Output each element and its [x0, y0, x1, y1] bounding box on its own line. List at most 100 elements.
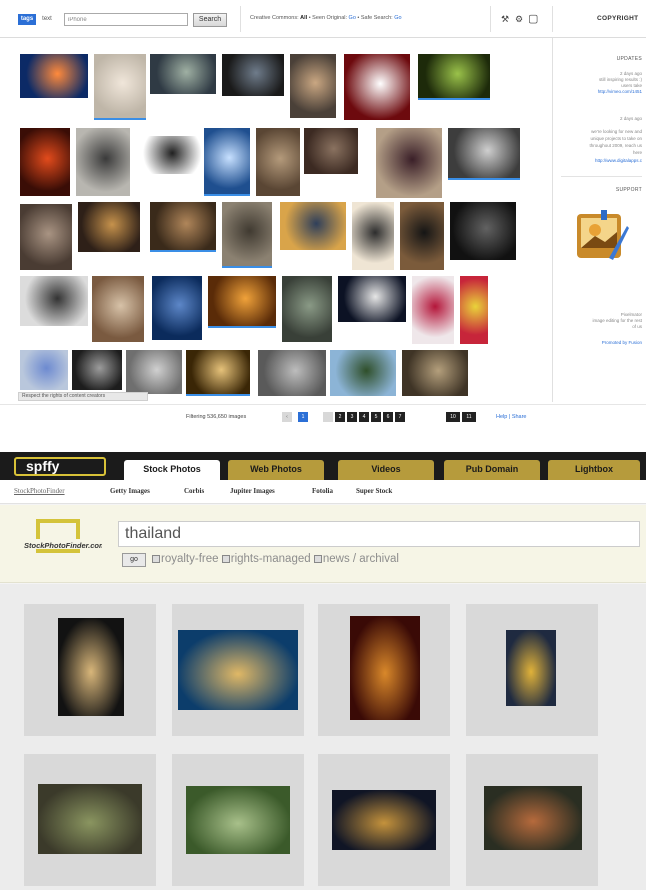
result-photo[interactable]	[178, 630, 298, 710]
photo-thumbnail[interactable]	[20, 128, 70, 196]
tab-tags[interactable]: tags	[18, 14, 36, 25]
result-photo[interactable]	[38, 784, 142, 854]
filter-safe-search-value[interactable]: Go	[394, 15, 401, 21]
photo-thumbnail[interactable]	[150, 202, 216, 252]
update-link[interactable]: http://vimeo.com/1451	[598, 89, 642, 94]
window-icon[interactable]: ▢	[528, 14, 538, 25]
result-photo[interactable]	[506, 630, 556, 706]
tab-pub-domain[interactable]: Pub Domain	[444, 460, 540, 480]
tab-stock-photos[interactable]: Stock Photos	[124, 460, 220, 480]
photo-thumbnail[interactable]	[78, 202, 140, 252]
pixelmator-app-icon[interactable]	[573, 208, 629, 266]
photo-thumbnail[interactable]	[208, 276, 276, 328]
result-tile[interactable]	[466, 754, 598, 886]
result-photo[interactable]	[58, 618, 124, 716]
photo-thumbnail[interactable]	[402, 350, 468, 396]
photo-thumbnail[interactable]	[256, 128, 300, 196]
share-link[interactable]: Share	[512, 414, 527, 420]
photo-thumbnail[interactable]	[150, 54, 216, 94]
page-button[interactable]: 10	[446, 412, 460, 422]
news-archival-checkbox[interactable]	[313, 555, 322, 563]
photo-thumbnail[interactable]	[400, 202, 444, 270]
photo-thumbnail[interactable]	[376, 128, 442, 198]
settings-icon[interactable]: ⚙	[514, 14, 524, 24]
photo-thumbnail[interactable]	[222, 202, 272, 268]
result-photo[interactable]	[332, 790, 436, 850]
result-tile[interactable]	[318, 604, 450, 736]
page-button[interactable]: 11	[462, 412, 476, 422]
search-input[interactable]	[118, 521, 640, 547]
photo-thumbnail[interactable]	[460, 276, 488, 344]
sub-nav-jupiter-images[interactable]: Jupiter Images	[230, 487, 275, 495]
tab-lightbox[interactable]: Lightbox	[548, 460, 640, 480]
photo-thumbnail[interactable]	[20, 276, 88, 326]
photo-thumbnail[interactable]	[304, 128, 358, 174]
sub-nav-corbis[interactable]: Corbis	[184, 487, 204, 495]
photo-thumbnail[interactable]	[448, 128, 520, 180]
photo-thumbnail[interactable]	[76, 128, 130, 196]
promoted-link[interactable]: Promoted by Fusion	[602, 340, 642, 345]
search-button[interactable]: Search	[193, 13, 227, 27]
prev-page-button[interactable]: ‹	[282, 412, 292, 422]
tab-web-photos[interactable]: Web Photos	[228, 460, 324, 480]
spffy-logo[interactable]: spffy	[14, 457, 106, 476]
photo-thumbnail[interactable]	[282, 276, 332, 342]
result-tile[interactable]	[172, 754, 304, 886]
page-button[interactable]: 5	[371, 412, 381, 422]
result-tile[interactable]	[466, 604, 598, 736]
page-button[interactable]	[323, 412, 333, 422]
tab-videos[interactable]: Videos	[338, 460, 434, 480]
photo-thumbnail[interactable]	[72, 350, 122, 390]
sub-nav-stockphotofinder[interactable]: StockPhotoFinder	[14, 487, 65, 495]
result-photo[interactable]	[350, 616, 420, 720]
photo-thumbnail[interactable]	[136, 136, 202, 174]
search-input[interactable]	[64, 13, 188, 26]
photo-thumbnail[interactable]	[418, 54, 490, 100]
photo-thumbnail[interactable]	[152, 276, 202, 340]
tab-text[interactable]: text	[38, 14, 56, 25]
filter-seen-original-value[interactable]: Go	[349, 15, 356, 21]
sub-nav-super-stock[interactable]: Super Stock	[356, 487, 392, 495]
royalty-free-checkbox[interactable]	[152, 555, 160, 563]
photo-thumbnail[interactable]	[280, 202, 346, 250]
photo-thumbnail[interactable]	[222, 54, 284, 96]
filter-creative-commons-value[interactable]: All	[300, 15, 307, 21]
result-photo[interactable]	[186, 786, 290, 854]
tools-icon[interactable]: ⚒	[500, 14, 510, 24]
photo-thumbnail[interactable]	[338, 276, 406, 322]
photo-thumbnail[interactable]	[330, 350, 396, 396]
copyright-link[interactable]: COPYRIGHT	[597, 15, 638, 22]
photo-thumbnail[interactable]	[92, 276, 144, 342]
photo-thumbnail[interactable]	[290, 54, 336, 118]
page-current[interactable]: 1	[298, 412, 308, 422]
photo-thumbnail[interactable]	[344, 54, 410, 120]
page-button[interactable]: 6	[383, 412, 393, 422]
photo-thumbnail[interactable]	[186, 350, 250, 396]
result-photo[interactable]	[484, 786, 582, 850]
stockphotofinder-logo[interactable]: StockPhotoFinder.com	[20, 519, 102, 563]
result-tile[interactable]	[318, 754, 450, 886]
photo-thumbnail[interactable]	[450, 202, 516, 260]
photo-thumbnail[interactable]	[204, 128, 250, 196]
help-link[interactable]: Help	[496, 414, 507, 420]
photo-thumbnail[interactable]	[126, 350, 182, 394]
page-button[interactable]: 4	[359, 412, 369, 422]
update-link[interactable]: http://www.digitalapps.c	[595, 158, 642, 163]
page-button[interactable]: 3	[347, 412, 357, 422]
photo-thumbnail[interactable]	[20, 350, 68, 390]
photo-thumbnail[interactable]	[20, 204, 72, 270]
photo-thumbnail[interactable]	[412, 276, 454, 344]
result-tile[interactable]	[24, 604, 156, 736]
sub-nav-getty-images[interactable]: Getty Images	[110, 487, 150, 495]
go-button[interactable]: go	[122, 553, 146, 567]
sub-nav-fotolia[interactable]: Fotolia	[312, 487, 333, 495]
photo-thumbnail[interactable]	[258, 350, 326, 396]
result-tile[interactable]	[172, 604, 304, 736]
photo-thumbnail[interactable]	[20, 54, 88, 98]
photo-thumbnail[interactable]	[352, 202, 394, 270]
page-button[interactable]: 2	[335, 412, 345, 422]
page-button[interactable]: 7	[395, 412, 405, 422]
result-tile[interactable]	[24, 754, 156, 886]
rights-managed-checkbox[interactable]	[221, 555, 230, 563]
photo-thumbnail[interactable]	[94, 54, 146, 120]
